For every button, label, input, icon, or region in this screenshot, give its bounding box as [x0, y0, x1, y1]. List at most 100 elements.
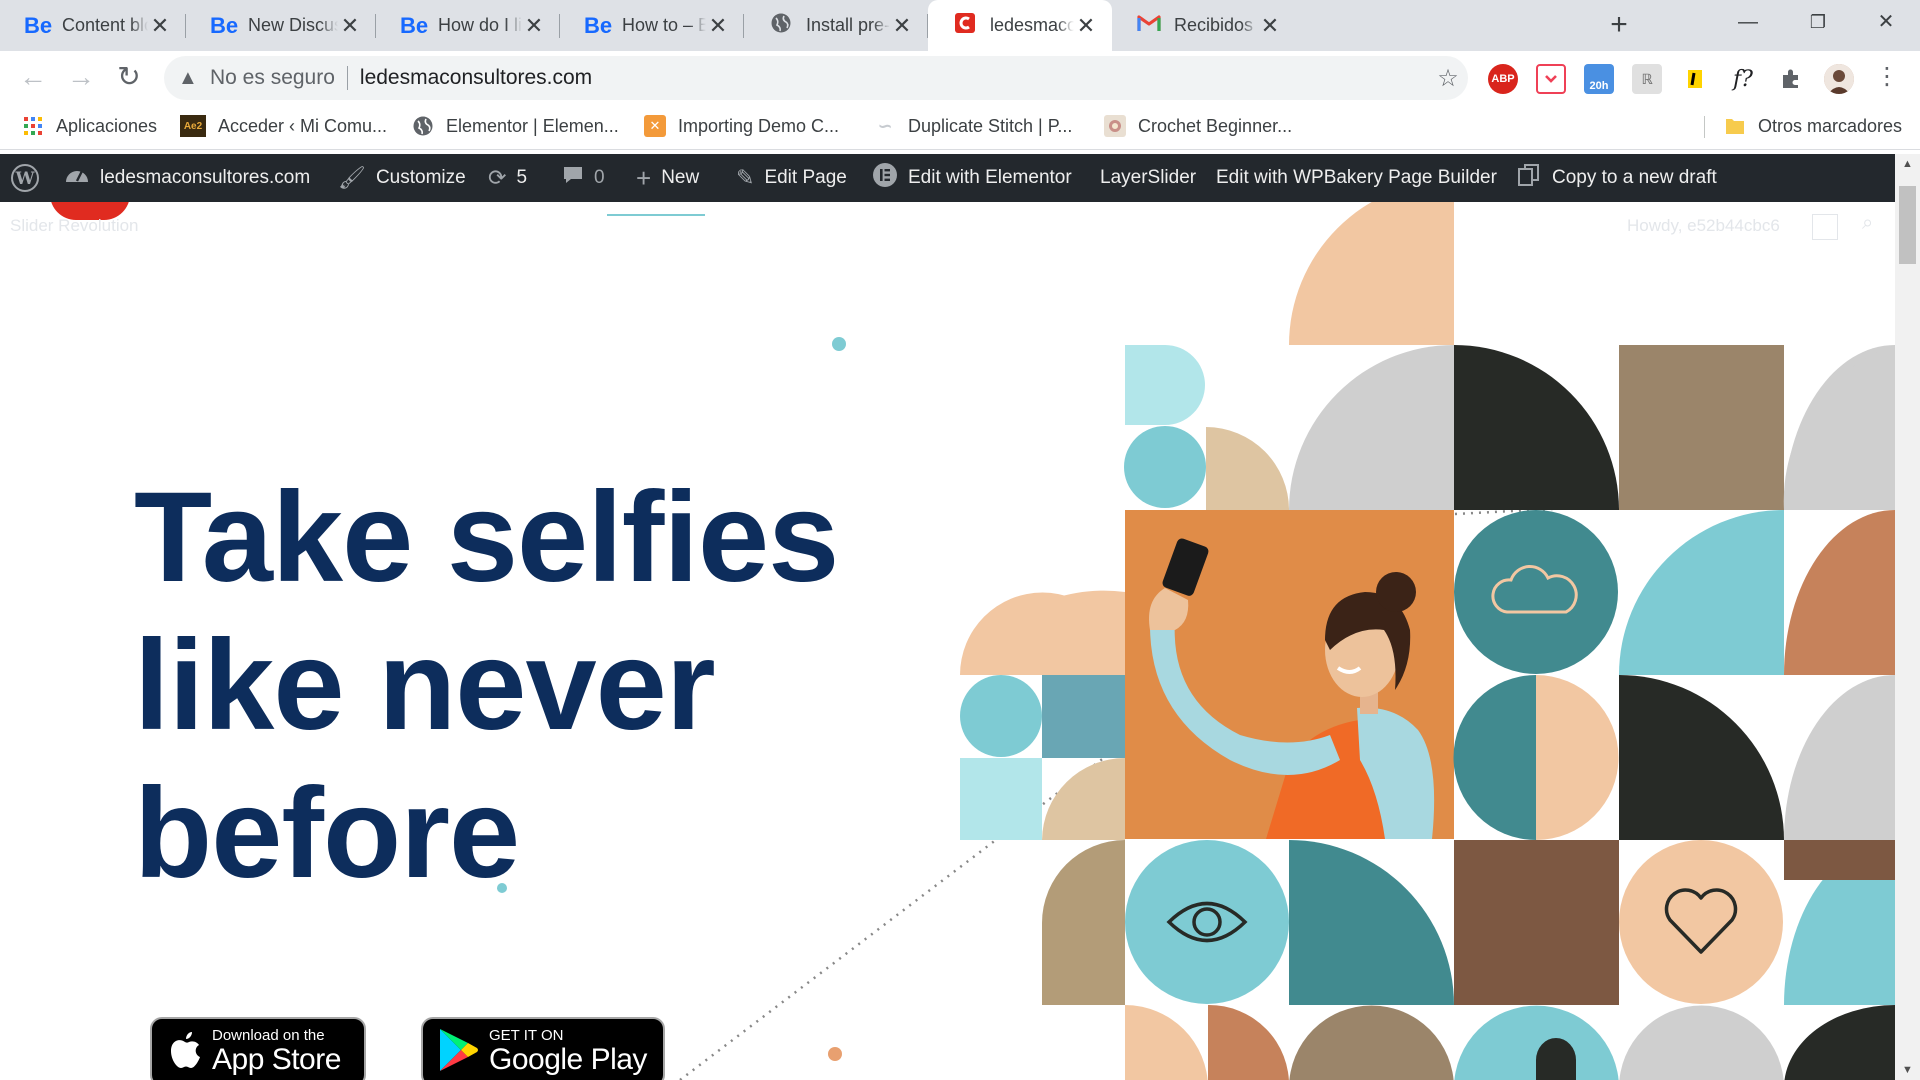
tab-ledesmaconsultores[interactable]: ledesmaconsultor ✕ [928, 0, 1112, 51]
tab-recibidos[interactable]: Recibidos (477) ✕ [1112, 0, 1296, 51]
forward-button[interactable]: → [64, 61, 98, 95]
restore-button[interactable]: ❐ [1788, 0, 1848, 44]
gmail-icon [1136, 13, 1162, 39]
google-play-icon [437, 1027, 479, 1078]
hero-headline: Take selfies like never before [134, 464, 839, 908]
bookmark-aplicaciones[interactable]: Aplicaciones [22, 104, 157, 148]
browser-window: Be Content blocks - ✕ Be New Discussion … [0, 0, 1920, 1080]
comment-icon [562, 165, 584, 191]
globe-icon [412, 115, 434, 137]
wordpress-logo-icon[interactable]: W [10, 154, 40, 202]
bookmark-label: Duplicate Stitch | P... [908, 115, 1073, 136]
red-c-icon [952, 12, 978, 40]
url-text[interactable]: ledesmaconsultores.com [360, 66, 1428, 90]
apple-icon [168, 1030, 202, 1075]
avatar[interactable] [1824, 64, 1854, 94]
calendar-icon[interactable]: 20h [1584, 64, 1614, 94]
font-finder-icon[interactable]: f? [1728, 64, 1758, 94]
admin-updates[interactable]: ⟳ 5 [488, 154, 527, 202]
minimize-button[interactable]: — [1718, 0, 1778, 44]
chrome-menu-icon[interactable]: ⋮ [1870, 61, 1904, 95]
admin-copy-draft[interactable]: Copy to a new draft [1516, 154, 1717, 202]
bookmark-label: Acceder ‹ Mi Comu... [218, 115, 388, 136]
bookmark-label: Crochet Beginner... [1138, 115, 1293, 136]
address-bar[interactable]: ▲ No es seguro ledesmaconsultores.com ☆ [164, 56, 1468, 100]
extension-r-icon[interactable]: ℝ [1632, 64, 1662, 94]
page-scrollbar[interactable]: ▲ ▼ [1895, 154, 1920, 1080]
scroll-up-icon[interactable]: ▲ [1895, 158, 1920, 170]
warning-icon[interactable]: ▲ [178, 67, 202, 90]
google-play-small: GET IT ON [489, 1027, 564, 1044]
ae2-icon: Ae2 [180, 115, 206, 137]
close-tab-icon[interactable]: ✕ [1074, 13, 1098, 39]
extension-i-icon[interactable] [1680, 64, 1710, 94]
bookmark-acceder[interactable]: Ae2 Acceder ‹ Mi Comu... [180, 104, 387, 148]
close-tab-icon[interactable]: ✕ [1258, 13, 1282, 39]
tab-title: How to – Bether [622, 15, 706, 35]
tab-title: New Discussion [248, 15, 338, 35]
importing-demo-icon: ✕ [644, 115, 666, 137]
page-content: Slider Revolution Howdy, e52b44cbc6 ⌕ Ta… [0, 202, 1895, 1080]
google-play-button[interactable]: GET IT ON Google Play [421, 1017, 665, 1080]
headline-line: Take selfies [134, 466, 839, 609]
admin-customize[interactable]: 🖌 Customize [338, 154, 466, 202]
admin-comments[interactable]: 0 [562, 154, 605, 202]
wp-admin-bar: W ledesmaconsultores.com 🖌 Customize ⟳ 5… [0, 154, 1895, 202]
close-tab-icon[interactable]: ✕ [338, 13, 362, 39]
admin-edit-wpbakery[interactable]: Edit with WPBakery Page Builder [1216, 154, 1497, 202]
bookmark-label: Otros marcadores [1758, 115, 1903, 136]
browser-toolbar: ← → ↻ ▲ No es seguro ledesmaconsultores.… [0, 51, 1920, 104]
admin-layerslider[interactable]: LayerSlider [1100, 154, 1196, 202]
behance-icon: Be [210, 12, 239, 38]
headline-line: like never [134, 614, 716, 757]
admin-new[interactable]: + New [636, 154, 699, 202]
copy-icon [1516, 162, 1542, 194]
geometric-mosaic [960, 202, 1895, 1080]
close-tab-icon[interactable]: ✕ [522, 13, 546, 39]
bookmark-star-icon[interactable]: ☆ [1428, 64, 1468, 93]
tab-title: Content blocks - [62, 15, 148, 35]
app-store-big: App Store [212, 1043, 341, 1076]
tab-title: How do I link an [438, 15, 522, 35]
adblock-plus-icon[interactable]: ABP [1488, 64, 1518, 94]
close-tab-icon[interactable]: ✕ [706, 13, 730, 39]
scroll-down-icon[interactable]: ▼ [1895, 1064, 1920, 1076]
pocket-icon[interactable] [1536, 64, 1566, 94]
tab-strip: Be Content blocks - ✕ Be New Discussion … [0, 0, 1920, 51]
plus-icon: + [636, 162, 652, 193]
app-store-button[interactable]: Download on the App Store [150, 1017, 366, 1080]
scrollbar-thumb[interactable] [1899, 186, 1916, 264]
paintbrush-icon: 🖌 [338, 165, 366, 190]
bookmark-elementor[interactable]: Elementor | Elemen... [412, 104, 619, 148]
google-play-big: Google Play [489, 1043, 647, 1076]
tab-how-to-bether[interactable]: Be How to – Bether ✕ [560, 0, 744, 51]
behance-icon: Be [400, 12, 429, 38]
bookmark-crochet[interactable]: Crochet Beginner... [1104, 104, 1292, 148]
admin-edit-page[interactable]: ✎ Edit Page [736, 154, 847, 202]
globe-icon [768, 12, 794, 40]
admin-site-name[interactable]: ledesmaconsultores.com [64, 154, 310, 202]
close-window-button[interactable]: ✕ [1856, 0, 1916, 44]
back-button[interactable]: ← [16, 61, 50, 95]
bookmark-importing-demo[interactable]: ✕ Importing Demo C... [644, 104, 839, 148]
svg-text:W: W [14, 169, 35, 189]
bookmark-label: Elementor | Elemen... [446, 115, 619, 136]
bookmark-label: Aplicaciones [56, 115, 158, 136]
tab-content-blocks[interactable]: Be Content blocks - ✕ [0, 0, 186, 51]
tab-how-do-i-link[interactable]: Be How do I link an ✕ [376, 0, 560, 51]
close-tab-icon[interactable]: ✕ [890, 13, 914, 39]
close-tab-icon[interactable]: ✕ [148, 13, 172, 39]
bookmark-duplicate-stitch[interactable]: ∽ Duplicate Stitch | P... [874, 104, 1072, 148]
new-tab-button[interactable]: + [1602, 8, 1636, 42]
bookmark-label: Importing Demo C... [678, 115, 840, 136]
other-bookmarks[interactable]: Otros marcadores [1724, 104, 1902, 148]
security-label[interactable]: No es seguro [210, 66, 335, 90]
tab-install-pre-built[interactable]: Install pre-built w ✕ [744, 0, 928, 51]
apps-icon [22, 115, 44, 137]
admin-edit-elementor[interactable]: Edit with Elementor [872, 154, 1072, 202]
tab-new-discussion[interactable]: Be New Discussion ✕ [186, 0, 376, 51]
puzzle-icon[interactable] [1776, 64, 1806, 94]
behance-icon: Be [584, 12, 613, 38]
elementor-icon [872, 162, 898, 194]
reload-button[interactable]: ↻ [112, 61, 146, 95]
